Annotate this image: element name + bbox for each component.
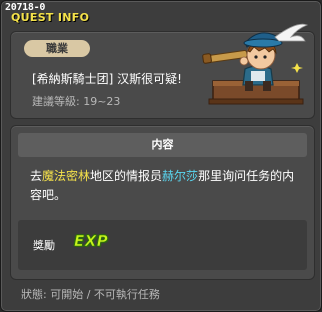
description-text: 去 bbox=[30, 169, 43, 183]
npc-portrait-icon bbox=[202, 23, 309, 105]
description-text: 地区的情报员 bbox=[90, 169, 163, 183]
quest-description: 去魔法密林地区的情报员赫尔莎那里询问任务的内容吧。 bbox=[30, 167, 302, 205]
exp-icon[interactable]: EXP bbox=[74, 232, 108, 251]
quest-status: 狀態: 可開始 / 不可執行任務 bbox=[21, 288, 160, 301]
content-header: 内容 bbox=[18, 133, 307, 157]
quest-content-panel: 内容 去魔法密林地区的情报员赫尔莎那里询问任务的内容吧。 獎勵 EXP bbox=[10, 125, 315, 280]
reward-box: 獎勵 EXP bbox=[18, 220, 307, 270]
location-highlight: 魔法密林 bbox=[42, 169, 91, 183]
job-badge: 職業 bbox=[24, 40, 90, 57]
quest-info-window: 20718-0 QUEST INFO 職業 [希納斯騎士团] 汉斯很可疑! 建議… bbox=[0, 0, 322, 312]
npc-highlight: 赫尔莎 bbox=[162, 169, 199, 183]
quest-name: [希納斯騎士团] 汉斯很可疑! bbox=[32, 72, 182, 86]
recommended-level: 建議等級: 19~23 bbox=[32, 95, 121, 108]
reward-label: 獎勵 bbox=[33, 239, 55, 252]
window-title: QUEST INFO bbox=[11, 11, 90, 24]
